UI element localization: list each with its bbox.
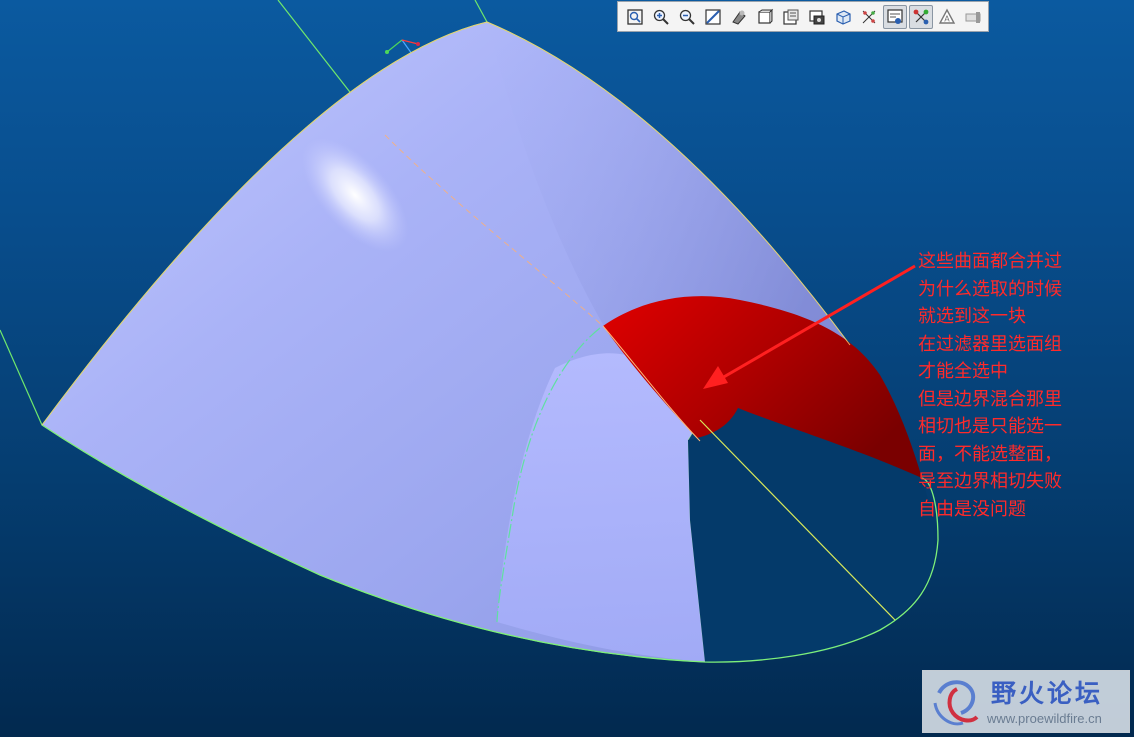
- view-toolbar: A: [617, 1, 989, 32]
- refit-icon: [627, 8, 643, 25]
- forum-url: www.proewildfire.cn: [987, 711, 1102, 726]
- annotation-text: 这些曲面都合并过 为什么选取的时候 就选到这一块 在过滤器里选面组 才能全选中 …: [918, 248, 1130, 523]
- shading-icon: [732, 10, 746, 25]
- orient-icon: [836, 9, 851, 25]
- datum-line-top-left: [277, 0, 361, 106]
- repaint-icon: [705, 8, 721, 25]
- datum-display-icon: [913, 9, 929, 24]
- forum-logo-icon: [933, 680, 979, 726]
- forum-watermark: 野火论坛 www.proewildfire.cn: [922, 670, 1130, 733]
- shading-button[interactable]: [727, 5, 751, 29]
- annotation-display-button[interactable]: A: [935, 5, 959, 29]
- zoom-in-button[interactable]: [649, 5, 673, 29]
- annotation-line: 为什么选取的时候: [918, 278, 1062, 300]
- layers-button[interactable]: [805, 5, 829, 29]
- view-manager-button[interactable]: [779, 5, 803, 29]
- forum-title: 野火论坛: [991, 679, 1104, 708]
- layers-icon: [809, 9, 825, 24]
- datum-points-icon: [862, 10, 876, 23]
- orient-button[interactable]: [831, 5, 855, 29]
- datum-display-button[interactable]: [909, 4, 933, 29]
- refit-button[interactable]: [623, 5, 647, 29]
- annotation-line: 导至边界相切失败: [918, 471, 1062, 492]
- annotation-line: 这些曲面都合并过: [918, 251, 1062, 272]
- saved-views-icon: [758, 8, 774, 24]
- repaint-button[interactable]: [701, 5, 725, 29]
- annotation-display-icon: A: [938, 8, 956, 24]
- saved-views-button[interactable]: [753, 5, 777, 29]
- annotation-line: 就选到这一块: [918, 306, 1026, 327]
- datum-points-button[interactable]: [857, 5, 881, 29]
- zoom-in-icon: [653, 9, 669, 25]
- zoom-out-icon: [679, 9, 695, 25]
- view-manager-icon: [783, 9, 799, 25]
- annotation-line: 才能全选中: [918, 361, 1008, 382]
- annotation-line: 自由是没问题: [918, 498, 1026, 520]
- datum-line-left: [0, 329, 43, 426]
- annotation-line: 在过滤器里选面组: [918, 333, 1062, 355]
- spin-center-button[interactable]: [961, 5, 985, 29]
- annotation-line: 面，不能选整面，: [918, 443, 1062, 465]
- annotation-line: 相切也是只能选一: [918, 416, 1062, 437]
- display-style-icon: [887, 8, 903, 24]
- svg-text:A: A: [944, 14, 950, 23]
- zoom-out-button[interactable]: [675, 5, 699, 29]
- spin-center-icon: [965, 11, 981, 23]
- datum-line-top: [474, 0, 488, 23]
- display-style-button[interactable]: [883, 4, 907, 29]
- annotation-line: 但是边界混合那里: [918, 388, 1062, 410]
